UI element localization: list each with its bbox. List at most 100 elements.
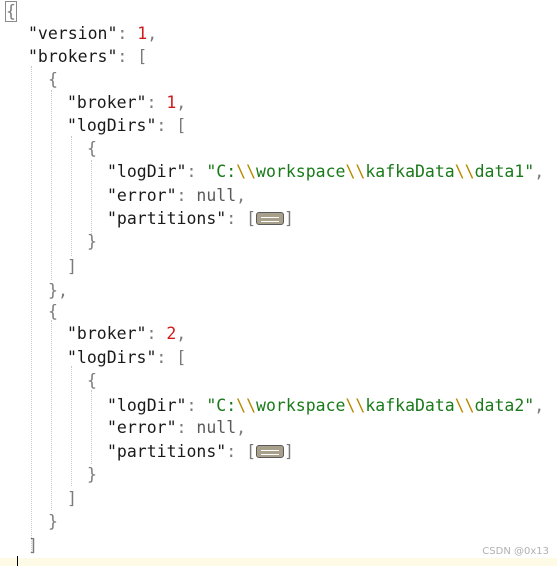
code-line: } <box>87 463 97 486</box>
collapsed-array-icon[interactable] <box>256 445 285 458</box>
colon: : <box>156 116 167 135</box>
code-line: { <box>87 369 97 392</box>
partitions-key: "partitions" <box>107 442 227 461</box>
indent-guide <box>71 136 72 256</box>
partitions-bracket-close: ] <box>284 442 294 461</box>
partitions-bracket-open: [ <box>246 209 257 228</box>
partitions-bracket-open: [ <box>246 442 257 461</box>
logdir-part: workspace <box>256 162 346 181</box>
comma: , <box>57 281 68 300</box>
indent-guide <box>51 320 52 510</box>
colon: : <box>186 396 197 415</box>
code-line: "error": null, <box>107 416 246 439</box>
indent-guide <box>91 390 92 464</box>
broker-key: "broker" <box>67 93 147 112</box>
code-line: ] <box>67 255 77 278</box>
logdir-part: data2" <box>474 396 535 415</box>
broker-object-open: { <box>48 70 58 89</box>
colon: : <box>176 186 187 205</box>
comma: , <box>147 24 158 43</box>
logdirs-key: "logDirs" <box>67 348 157 367</box>
logdir-part: kafkaData <box>365 396 455 415</box>
comma: , <box>534 396 545 415</box>
error-value: null <box>196 186 237 205</box>
broker-object-close: } <box>48 281 58 300</box>
code-line: } <box>48 510 58 533</box>
colon: : <box>156 348 167 367</box>
logdir-prefix: "C: <box>206 162 237 181</box>
broker-value: 2 <box>166 324 177 343</box>
broker-object-open: { <box>48 302 58 321</box>
colon: : <box>226 442 237 461</box>
logdirs-key: "logDirs" <box>67 116 157 135</box>
colon: : <box>226 209 237 228</box>
code-line: "logDirs": [ <box>67 114 186 137</box>
partitions-bracket-close: ] <box>284 209 294 228</box>
colon: : <box>117 24 128 43</box>
escape-sequence: \\ <box>236 162 257 181</box>
code-line: "logDir": "C:\\workspace\\kafkaData\\dat… <box>107 394 544 417</box>
logdirs-bracket-close: ] <box>67 257 77 276</box>
code-line: "partitions": [] <box>107 440 294 463</box>
logdir-object-close: } <box>87 465 97 484</box>
logdir-part: kafkaData <box>365 162 455 181</box>
code-line: ] <box>28 534 38 557</box>
collapsed-array-icon[interactable] <box>256 212 285 225</box>
root-brace-open: { <box>5 1 17 22</box>
escape-sequence: \\ <box>345 162 366 181</box>
brokers-bracket-open: [ <box>137 47 148 66</box>
escape-sequence: \\ <box>345 396 366 415</box>
code-line: } <box>87 230 97 253</box>
colon: : <box>176 418 187 437</box>
indent-guide <box>71 366 72 486</box>
logdirs-bracket-close: ] <box>67 489 77 508</box>
partitions-key: "partitions" <box>107 209 227 228</box>
code-line: ] <box>67 487 77 510</box>
logdir-key: "logDir" <box>107 162 187 181</box>
code-line: { <box>5 0 17 23</box>
logdirs-bracket-open: [ <box>176 116 187 135</box>
colon: : <box>117 47 128 66</box>
logdir-key: "logDir" <box>107 396 187 415</box>
logdir-prefix: "C: <box>206 396 237 415</box>
comma: , <box>176 324 187 343</box>
logdir-object-close: } <box>87 232 97 251</box>
code-line: "error": null, <box>107 184 246 207</box>
watermark: CSDN @0x13 <box>482 546 549 557</box>
error-key: "error" <box>107 418 177 437</box>
logdir-part: workspace <box>256 396 346 415</box>
code-line: "brokers": [ <box>28 45 147 68</box>
broker-object-close: } <box>48 512 58 531</box>
indent-guide <box>31 66 32 552</box>
current-line-highlight <box>0 558 557 566</box>
escape-sequence: \\ <box>454 396 475 415</box>
comma: , <box>236 418 247 437</box>
code-line: "version": 1, <box>28 22 157 45</box>
code-line: "logDirs": [ <box>67 346 186 369</box>
logdir-part: data1" <box>474 162 535 181</box>
indent-guide <box>51 90 52 280</box>
code-line: "partitions": [] <box>107 207 294 230</box>
code-line: { <box>48 68 58 91</box>
code-line: "logDir": "C:\\workspace\\kafkaData\\dat… <box>107 160 544 183</box>
text-caret <box>17 556 18 566</box>
logdirs-bracket-open: [ <box>176 348 187 367</box>
comma: , <box>176 93 187 112</box>
code-line: }, <box>48 279 68 302</box>
version-value: 1 <box>137 24 148 43</box>
code-line: { <box>48 300 58 323</box>
error-key: "error" <box>107 186 177 205</box>
escape-sequence: \\ <box>454 162 475 181</box>
indent-guide <box>91 160 92 234</box>
colon: : <box>186 162 197 181</box>
json-editor[interactable]: { "version": 1, "brokers": [ { "broker":… <box>0 0 557 566</box>
code-line: "broker": 1, <box>67 91 186 114</box>
colon: : <box>146 93 157 112</box>
brokers-bracket-close: ] <box>28 536 38 555</box>
comma: , <box>534 162 545 181</box>
brokers-key: "brokers" <box>28 47 118 66</box>
logdir-object-open: { <box>87 371 97 390</box>
comma: , <box>236 186 247 205</box>
colon: : <box>146 324 157 343</box>
version-key: "version" <box>28 24 118 43</box>
